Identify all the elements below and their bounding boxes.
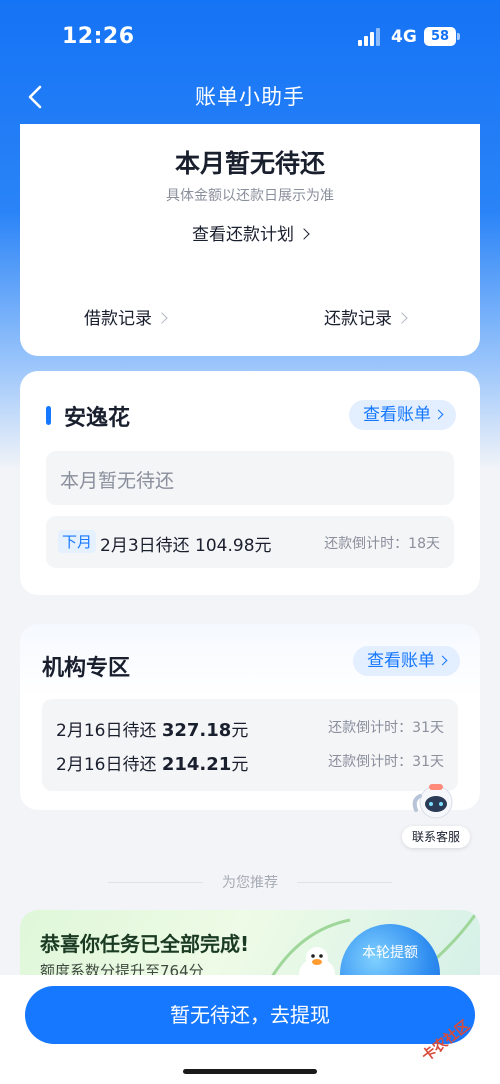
- customer-service-widget[interactable]: 联系客服: [402, 780, 470, 850]
- countdown-text: 还款倒计时：18天: [324, 536, 440, 552]
- withdraw-button[interactable]: 暂无待还，去提现: [25, 986, 475, 1044]
- chevron-right-icon: [298, 228, 310, 240]
- countdown-text: 还款倒计时：31天: [328, 720, 444, 736]
- battery-tip: [457, 33, 460, 40]
- view-bill-label: 查看账单: [367, 651, 435, 671]
- robot-mascot-icon: [412, 784, 453, 819]
- battery-icon: 58: [424, 27, 456, 46]
- signal-icon: [358, 28, 382, 46]
- anyihua-card: 安逸花 查看账单 本月暂无待还 下月 2月3日待还 104.98元 还款倒计时：…: [20, 371, 480, 595]
- next-month-tag: 下月: [58, 530, 97, 553]
- next-due-text: 2月3日待还 104.98元: [100, 536, 272, 556]
- list-item[interactable]: 2月16日待还 327.18元 还款倒计时：31天: [42, 699, 458, 745]
- due-unit: 元: [231, 755, 249, 775]
- recommend-label: 为您推荐: [222, 875, 278, 891]
- recommend-separator: 为您推荐: [0, 872, 500, 892]
- repay-records-label: 还款记录: [324, 309, 392, 329]
- countdown-text: 还款倒计时：31天: [328, 754, 444, 770]
- chevron-right-icon: [396, 312, 408, 324]
- divider: [297, 882, 392, 883]
- borrow-records-label: 借款记录: [84, 309, 152, 329]
- due-prefix: 2月16日待还: [56, 721, 157, 741]
- chevron-right-icon: [433, 409, 444, 420]
- institution-view-bill-button[interactable]: 查看账单: [353, 646, 460, 676]
- status-time: 12:26: [62, 24, 135, 49]
- nav-bar: 账单小助手: [0, 75, 500, 119]
- chevron-right-icon: [156, 312, 168, 324]
- repay-records-link[interactable]: 还款记录: [324, 304, 408, 329]
- credit-boost-label: 本轮提额: [362, 945, 418, 961]
- monthly-summary-card: 本月暂无待还 具体金额以还款日展示为准 查看还款计划 借款记录 还款记录: [20, 124, 480, 356]
- section-accent-bar: [46, 406, 51, 425]
- institution-due-list: 2月16日待还 327.18元 还款倒计时：31天 2月16日待还 214.21…: [42, 699, 458, 791]
- due-amount: 327.18: [161, 720, 232, 741]
- summary-subtitle: 具体金额以还款日展示为准: [166, 188, 334, 204]
- due-date-text: 2月16日待还 327.18元: [56, 716, 248, 741]
- summary-title: 本月暂无待还: [174, 149, 325, 178]
- promo-title: 恭喜你任务已全部完成!: [40, 932, 250, 956]
- list-item[interactable]: 2月16日待还 214.21元 还款倒计时：31天: [42, 745, 458, 791]
- next-month-due-row[interactable]: 下月 2月3日待还 104.98元 还款倒计时：18天: [46, 516, 454, 568]
- anyihua-view-bill-button[interactable]: 查看账单: [349, 400, 456, 430]
- page-title: 账单小助手: [195, 85, 305, 109]
- repayment-plan-link[interactable]: 查看还款计划: [20, 220, 480, 245]
- due-amount: 214.21: [161, 754, 232, 775]
- no-due-box: 本月暂无待还: [46, 451, 454, 505]
- due-prefix: 2月16日待还: [56, 755, 157, 775]
- view-bill-label: 查看账单: [363, 405, 431, 425]
- due-date-text: 2月16日待还 214.21元: [56, 750, 248, 775]
- chevron-right-icon: [437, 655, 448, 666]
- network-label: 4G: [391, 27, 417, 47]
- borrow-records-link[interactable]: 借款记录: [84, 304, 168, 329]
- no-due-text: 本月暂无待还: [60, 470, 175, 492]
- home-indicator: [183, 1069, 317, 1074]
- repayment-plan-label: 查看还款计划: [192, 225, 294, 245]
- institution-title: 机构专区: [42, 656, 131, 681]
- customer-service-label: 联系客服: [402, 826, 470, 848]
- anyihua-title: 安逸花: [64, 406, 131, 431]
- status-bar: 12:26 4G 58: [0, 0, 500, 75]
- due-unit: 元: [231, 721, 249, 741]
